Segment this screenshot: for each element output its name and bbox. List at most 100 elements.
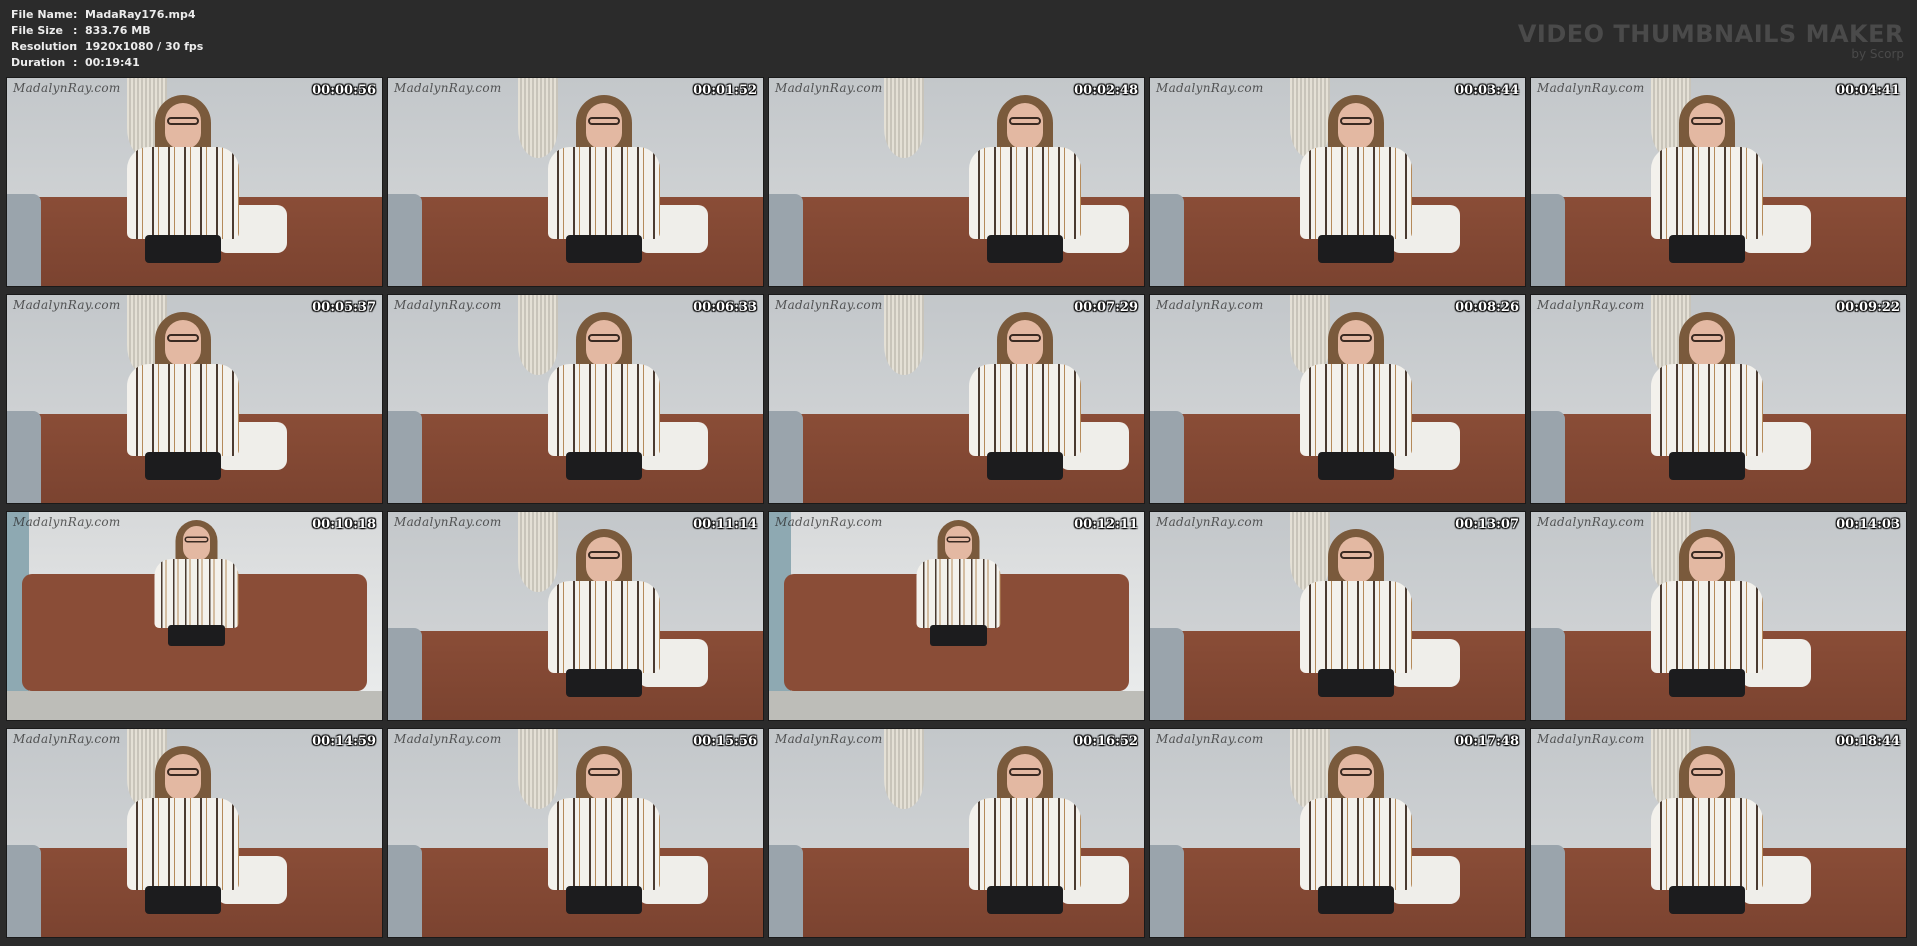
info-key: File Size bbox=[11, 24, 63, 37]
timestamp: 00:02:48 bbox=[1074, 83, 1138, 98]
person-face bbox=[1689, 536, 1725, 583]
person-face bbox=[586, 102, 622, 149]
person-face bbox=[1338, 102, 1374, 149]
macrame-decor bbox=[884, 729, 924, 809]
video-thumbnail[interactable]: MadalynRay.com 00:08:26 bbox=[1149, 294, 1526, 504]
scene-person bbox=[1290, 94, 1420, 286]
person-blouse bbox=[127, 146, 239, 239]
video-thumbnail[interactable]: MadalynRay.com 00:00:56 bbox=[6, 77, 383, 287]
scene-person bbox=[117, 311, 247, 503]
scene-person bbox=[1641, 311, 1771, 503]
video-thumbnail[interactable]: MadalynRay.com 00:13:07 bbox=[1149, 511, 1526, 721]
glasses-icon bbox=[1691, 333, 1723, 342]
timestamp: 00:16:52 bbox=[1074, 734, 1138, 749]
timestamp: 00:07:29 bbox=[1074, 300, 1138, 315]
info-row-file-size: File Size : 833.76 MB bbox=[11, 23, 203, 39]
person-skirt bbox=[145, 451, 221, 480]
brand-title: VIDEO THUMBNAILS MAKER bbox=[1517, 20, 1904, 48]
scene-person bbox=[147, 520, 239, 664]
scene-pillow-patterned bbox=[1531, 628, 1565, 720]
video-thumbnail[interactable]: MadalynRay.com 00:02:48 bbox=[768, 77, 1145, 287]
timestamp: 00:03:44 bbox=[1455, 83, 1519, 98]
timestamp: 00:00:56 bbox=[312, 83, 376, 98]
timestamp: 00:12:11 bbox=[1074, 517, 1138, 532]
timestamp: 00:05:37 bbox=[312, 300, 376, 315]
video-thumbnail[interactable]: MadalynRay.com 00:11:14 bbox=[387, 511, 764, 721]
video-thumbnail[interactable]: MadalynRay.com 00:15:56 bbox=[387, 728, 764, 938]
glasses-icon bbox=[946, 536, 971, 543]
person-skirt bbox=[566, 885, 642, 914]
person-face bbox=[1007, 753, 1043, 800]
timestamp: 00:10:18 bbox=[312, 517, 376, 532]
person-blouse bbox=[1300, 580, 1412, 673]
glasses-icon bbox=[167, 333, 199, 342]
glasses-icon bbox=[588, 550, 620, 559]
scene-pillow-patterned bbox=[388, 411, 422, 503]
watermark-logo: MadalynRay.com bbox=[13, 515, 121, 529]
video-thumbnail[interactable]: MadalynRay.com 00:09:22 bbox=[1530, 294, 1907, 504]
watermark-logo: MadalynRay.com bbox=[13, 732, 121, 746]
scene-person bbox=[538, 528, 668, 720]
scene-person bbox=[959, 94, 1089, 286]
watermark-logo: MadalynRay.com bbox=[775, 515, 883, 529]
scene-pillow-patterned bbox=[388, 845, 422, 937]
timestamp: 00:04:41 bbox=[1836, 83, 1900, 98]
person-blouse bbox=[1651, 580, 1763, 673]
scene-pillow-patterned bbox=[7, 845, 41, 937]
video-thumbnail[interactable]: MadalynRay.com 00:10:18 bbox=[6, 511, 383, 721]
video-thumbnail[interactable]: MadalynRay.com 00:07:29 bbox=[768, 294, 1145, 504]
person-skirt bbox=[566, 451, 642, 480]
video-thumbnail[interactable]: MadalynRay.com 00:06:33 bbox=[387, 294, 764, 504]
glasses-icon bbox=[1691, 550, 1723, 559]
person-blouse bbox=[969, 146, 1081, 239]
person-blouse bbox=[969, 797, 1081, 890]
macrame-decor bbox=[884, 78, 924, 158]
info-value: 00:19:41 bbox=[85, 56, 140, 69]
info-key: File Name bbox=[11, 8, 73, 21]
scene-pillow-patterned bbox=[7, 194, 41, 286]
scene-person bbox=[117, 94, 247, 286]
video-thumbnail[interactable]: MadalynRay.com 00:05:37 bbox=[6, 294, 383, 504]
info-separator: : bbox=[73, 56, 78, 69]
glasses-icon bbox=[1340, 116, 1372, 125]
watermark-logo: MadalynRay.com bbox=[394, 81, 502, 95]
watermark-logo: MadalynRay.com bbox=[394, 515, 502, 529]
scene-person bbox=[1290, 745, 1420, 937]
scene-pillow-patterned bbox=[1150, 194, 1184, 286]
info-separator: : bbox=[73, 40, 78, 53]
brand-credit: by Scorp bbox=[1851, 47, 1904, 61]
video-thumbnail[interactable]: MadalynRay.com 00:14:59 bbox=[6, 728, 383, 938]
video-thumbnail[interactable]: MadalynRay.com 00:12:11 bbox=[768, 511, 1145, 721]
video-thumbnail[interactable]: MadalynRay.com 00:18:44 bbox=[1530, 728, 1907, 938]
scene-person bbox=[538, 311, 668, 503]
person-skirt bbox=[145, 885, 221, 914]
glasses-icon bbox=[1340, 333, 1372, 342]
scene-person bbox=[117, 745, 247, 937]
video-thumbnail[interactable]: MadalynRay.com 00:14:03 bbox=[1530, 511, 1907, 721]
video-thumbnail[interactable]: MadalynRay.com 00:16:52 bbox=[768, 728, 1145, 938]
video-thumbnail[interactable]: MadalynRay.com 00:03:44 bbox=[1149, 77, 1526, 287]
person-blouse bbox=[969, 363, 1081, 456]
scene-pillow-patterned bbox=[7, 411, 41, 503]
video-thumbnail[interactable]: MadalynRay.com 00:04:41 bbox=[1530, 77, 1907, 287]
info-row-resolution: Resolution : 1920x1080 / 30 fps bbox=[11, 39, 203, 55]
watermark-logo: MadalynRay.com bbox=[1537, 298, 1645, 312]
person-face bbox=[1338, 319, 1374, 366]
macrame-decor bbox=[884, 295, 924, 375]
timestamp: 00:18:44 bbox=[1836, 734, 1900, 749]
person-skirt bbox=[1669, 668, 1745, 697]
scene-pillow-patterned bbox=[769, 194, 803, 286]
info-value: MadaRay176.mp4 bbox=[85, 8, 196, 21]
glasses-icon bbox=[1009, 116, 1041, 125]
person-face bbox=[586, 319, 622, 366]
person-blouse bbox=[127, 363, 239, 456]
person-blouse bbox=[154, 559, 239, 629]
scene-pillow-patterned bbox=[1150, 411, 1184, 503]
watermark-logo: MadalynRay.com bbox=[1537, 732, 1645, 746]
person-blouse bbox=[1300, 363, 1412, 456]
glasses-icon bbox=[588, 116, 620, 125]
video-thumbnail[interactable]: MadalynRay.com 00:17:48 bbox=[1149, 728, 1526, 938]
video-thumbnail[interactable]: MadalynRay.com 00:01:52 bbox=[387, 77, 764, 287]
timestamp: 00:14:03 bbox=[1836, 517, 1900, 532]
scene-person bbox=[959, 745, 1089, 937]
